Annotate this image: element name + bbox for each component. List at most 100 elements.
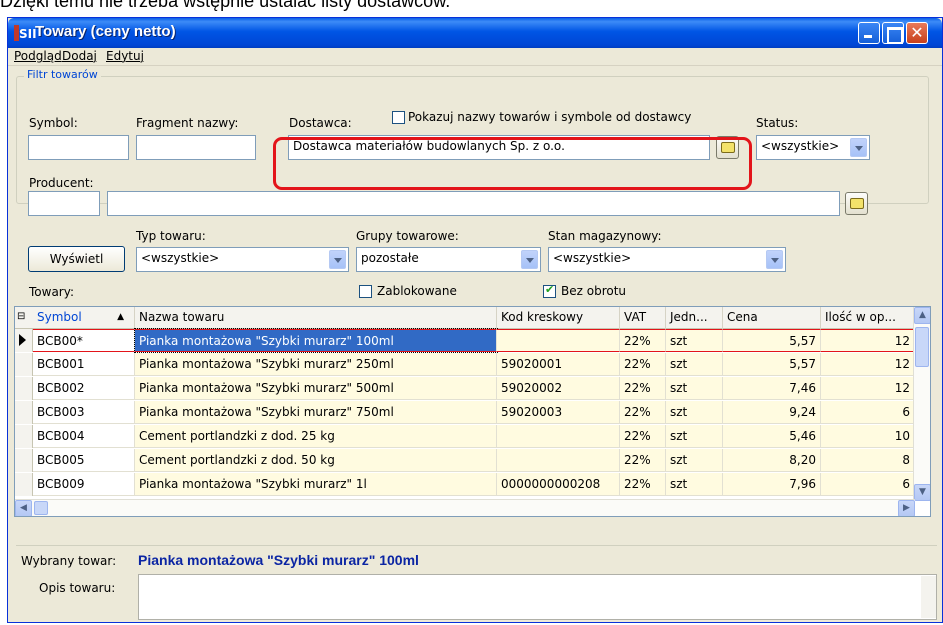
cell-vat[interactable]: 22% xyxy=(620,329,666,352)
table-row[interactable]: BCB009 Pianka montażowa "Szybki murarz" 1… xyxy=(15,473,915,496)
cell-unit[interactable]: szt xyxy=(666,473,723,496)
cell-price[interactable]: 9,24 xyxy=(723,401,821,424)
description-scrollbar[interactable] xyxy=(921,576,936,618)
blocked-checkbox[interactable] xyxy=(359,285,372,298)
cell-symbol[interactable]: BCB002 xyxy=(33,377,135,400)
cell-barcode[interactable]: 59020001 xyxy=(497,353,620,376)
cell-name[interactable]: Cement portlandzki z dod. 25 kg xyxy=(135,425,497,448)
cell-package-qty[interactable]: 12 xyxy=(821,353,915,376)
grid-menu-icon[interactable]: ⊟ xyxy=(17,311,29,323)
cell-symbol[interactable]: BCB003 xyxy=(33,401,135,424)
column-barcode[interactable]: Kod kreskowy xyxy=(497,307,620,329)
cell-vat[interactable]: 22% xyxy=(620,377,666,400)
cell-price[interactable]: 5,46 xyxy=(723,425,821,448)
cell-name[interactable]: Pianka montażowa "Szybki murarz" 500ml xyxy=(135,377,497,400)
scroll-down-icon[interactable]: ▼ xyxy=(914,484,930,501)
menu-add[interactable]: Dodaj xyxy=(62,49,97,63)
cell-barcode[interactable]: 0000000000208 xyxy=(497,473,620,496)
status-select[interactable]: <wszystkie> xyxy=(756,135,870,160)
menu-preview[interactable]: Podgląd xyxy=(14,49,62,63)
symbol-input[interactable] xyxy=(28,135,129,160)
column-price[interactable]: Cena xyxy=(723,307,821,329)
table-row[interactable]: BCB005 Cement portlandzki z dod. 50 kg 22%… xyxy=(15,449,915,472)
table-row[interactable]: BCB003 Pianka montażowa "Szybki murarz" 7… xyxy=(15,401,915,424)
cell-name[interactable]: Pianka montażowa "Szybki murarz" 250ml xyxy=(135,353,497,376)
cell-vat[interactable]: 22% xyxy=(620,473,666,496)
name-fragment-input[interactable] xyxy=(136,135,256,160)
scroll-right-icon[interactable]: ▶ xyxy=(898,500,915,516)
row-header[interactable] xyxy=(15,401,33,424)
scroll-thumb[interactable] xyxy=(915,327,929,367)
producer-picker-button[interactable] xyxy=(845,192,868,215)
product-type-select[interactable]: <wszystkie> xyxy=(136,247,349,272)
cell-price[interactable]: 8,20 xyxy=(723,449,821,472)
cell-unit[interactable]: szt xyxy=(666,329,723,352)
row-header[interactable] xyxy=(15,353,33,376)
cell-barcode[interactable]: 59020003 xyxy=(497,401,620,424)
show-button[interactable]: Wyświetl xyxy=(28,246,125,272)
column-unit[interactable]: Jedn... xyxy=(666,307,723,329)
column-name[interactable]: Nazwa towaru xyxy=(135,307,497,329)
cell-unit[interactable]: szt xyxy=(666,401,723,424)
cell-price[interactable]: 5,57 xyxy=(723,353,821,376)
column-vat[interactable]: VAT xyxy=(620,307,666,329)
product-groups-select[interactable]: pozostałe xyxy=(356,247,541,272)
menu-edit[interactable]: Edytuj xyxy=(106,49,144,63)
cell-vat[interactable]: 22% xyxy=(620,425,666,448)
show-supplier-names-checkbox[interactable] xyxy=(392,111,405,124)
row-header[interactable] xyxy=(15,377,33,400)
cell-vat[interactable]: 22% xyxy=(620,449,666,472)
row-header[interactable] xyxy=(15,449,33,472)
minimize-button[interactable] xyxy=(858,22,880,44)
row-header[interactable] xyxy=(15,425,33,448)
stock-select[interactable]: <wszystkie> xyxy=(548,247,786,272)
cell-package-qty[interactable]: 10 xyxy=(821,425,915,448)
cell-unit[interactable]: szt xyxy=(666,425,723,448)
description-field[interactable] xyxy=(138,574,937,620)
cell-barcode[interactable] xyxy=(497,425,620,448)
producer-input[interactable] xyxy=(107,191,840,216)
cell-package-qty[interactable]: 8 xyxy=(821,449,915,472)
horizontal-scrollbar[interactable]: ◀ ▶ xyxy=(15,499,915,516)
table-row[interactable]: BCB00* Pianka montażowa "Szybki murarz" 1… xyxy=(15,328,915,353)
cell-symbol[interactable]: BCB00* xyxy=(33,329,135,352)
cell-vat[interactable]: 22% xyxy=(620,401,666,424)
cell-name[interactable]: Pianka montażowa "Szybki murarz" 100ml xyxy=(134,328,498,353)
scroll-left-icon[interactable]: ◀ xyxy=(15,500,32,516)
cell-name[interactable]: Pianka montażowa "Szybki murarz" 1l xyxy=(135,473,497,496)
close-button[interactable]: ✕ xyxy=(906,22,928,44)
cell-unit[interactable]: szt xyxy=(666,377,723,400)
producer-code-input[interactable] xyxy=(28,191,100,216)
scroll-up-icon[interactable]: ▲ xyxy=(914,307,930,324)
current-row-indicator-icon[interactable] xyxy=(15,329,33,352)
cell-price[interactable]: 7,96 xyxy=(723,473,821,496)
cell-symbol[interactable]: BCB001 xyxy=(33,353,135,376)
no-turnover-checkbox[interactable] xyxy=(543,283,556,298)
cell-package-qty[interactable]: 12 xyxy=(821,329,915,352)
cell-barcode[interactable] xyxy=(497,329,620,352)
table-row[interactable]: BCB004 Cement portlandzki z dod. 25 kg 22%… xyxy=(15,425,915,448)
row-header[interactable] xyxy=(15,473,33,496)
cell-barcode[interactable] xyxy=(497,449,620,472)
cell-symbol[interactable]: BCB005 xyxy=(33,449,135,472)
cell-symbol[interactable]: BCB004 xyxy=(33,425,135,448)
products-table[interactable]: ⊟ Symbol ▲ Nazwa towaru Kod kreskowy VAT… xyxy=(14,306,931,517)
table-row[interactable]: BCB001 Pianka montażowa "Szybki murarz" 2… xyxy=(15,353,915,376)
cell-symbol[interactable]: BCB009 xyxy=(33,473,135,496)
cell-unit[interactable]: szt xyxy=(666,353,723,376)
cell-barcode[interactable]: 59020002 xyxy=(497,377,620,400)
cell-package-qty[interactable]: 6 xyxy=(821,401,915,424)
cell-price[interactable]: 7,46 xyxy=(723,377,821,400)
cell-package-qty[interactable]: 6 xyxy=(821,473,915,496)
cell-price[interactable]: 5,57 xyxy=(723,329,821,352)
column-package-qty[interactable]: Ilość w op... xyxy=(821,307,915,329)
cell-name[interactable]: Cement portlandzki z dod. 50 kg xyxy=(135,449,497,472)
maximize-button[interactable] xyxy=(882,22,904,44)
cell-unit[interactable]: szt xyxy=(666,449,723,472)
column-symbol[interactable]: Symbol ▲ xyxy=(33,307,135,329)
vertical-scrollbar[interactable]: ▲ ▼ xyxy=(913,307,930,501)
table-row[interactable]: BCB002 Pianka montażowa "Szybki murarz" 5… xyxy=(15,377,915,400)
cell-name[interactable]: Pianka montażowa "Szybki murarz" 750ml xyxy=(135,401,497,424)
cell-package-qty[interactable]: 12 xyxy=(821,377,915,400)
scroll-thumb-horizontal[interactable] xyxy=(34,501,48,515)
